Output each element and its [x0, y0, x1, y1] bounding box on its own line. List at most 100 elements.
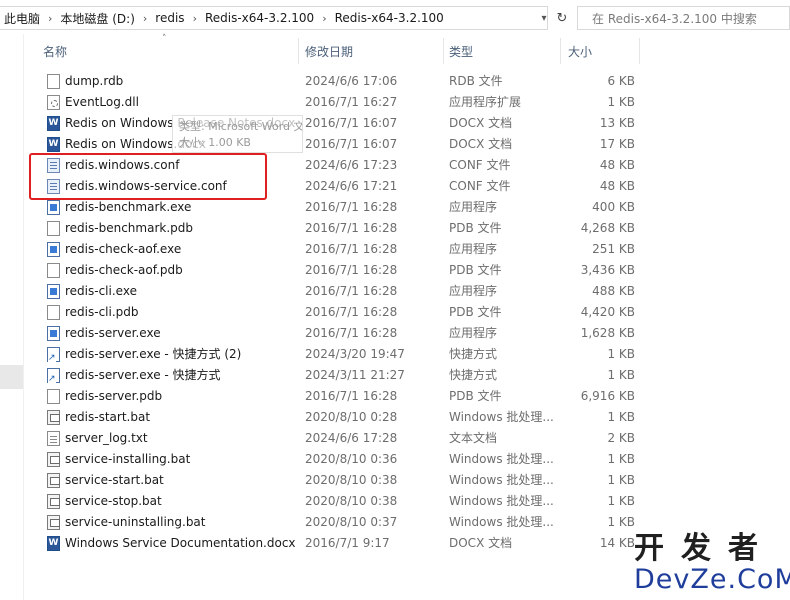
file-type: 应用程序扩展	[449, 95, 522, 109]
site-watermark: 开发者 DevZe.CoM	[634, 531, 790, 597]
exe-icon	[47, 284, 60, 299]
file-row[interactable]: service-stop.bat 2020/8/10 0:38 Windows 批处…	[42, 491, 639, 512]
breadcrumb-redis-x64-current[interactable]: Redis-x64-3.2.100	[331, 11, 448, 25]
file-row[interactable]: redis-cli.pdb 2016/7/1 16:28 PDB 文件 4,420 K…	[42, 302, 639, 323]
file-size: 3,436 KB	[580, 263, 635, 277]
file-row[interactable]: redis-server.pdb 2016/7/1 16:28 PDB 文件 6,91…	[42, 386, 639, 407]
file-row[interactable]: redis-server.exe - 快捷方式 2024/3/11 21:27 快捷…	[42, 365, 639, 386]
shortcut-icon	[47, 347, 60, 363]
file-row[interactable]: service-uninstalling.bat 2020/8/10 0:37 Wi…	[42, 512, 639, 533]
file-icon	[47, 74, 60, 89]
file-type: Windows 批处理...	[449, 494, 554, 508]
breadcrumb-separator-icon: ›	[48, 11, 53, 25]
file-row[interactable]: redis-check-aof.pdb 2016/7/1 16:28 PDB 文件 3…	[42, 260, 639, 281]
highlight-box	[29, 153, 267, 200]
file-row[interactable]: EventLog.dll 2016/7/1 16:27 应用程序扩展 1 KB	[42, 92, 639, 113]
file-date: 2024/6/6 17:21	[305, 179, 398, 193]
file-size: 1 KB	[607, 368, 635, 382]
file-name: redis-server.exe - 快捷方式 (2)	[65, 347, 242, 361]
column-divider[interactable]	[443, 38, 444, 64]
breadcrumb-separator-icon: ›	[322, 11, 327, 25]
file-name: redis-check-aof.pdb	[65, 263, 183, 277]
column-header-date[interactable]: 修改日期	[305, 40, 442, 62]
file-size: 1 KB	[607, 473, 635, 487]
column-header-size[interactable]: 大小	[568, 40, 638, 62]
address-bar[interactable]: 此电脑 › 本地磁盘 (D:) › redis › Redis-x64-3.2.…	[0, 6, 548, 30]
exe-icon	[47, 200, 60, 215]
file-type: Windows 批处理...	[449, 473, 554, 487]
file-icon	[47, 389, 60, 404]
column-divider[interactable]	[298, 38, 299, 64]
file-size: 1 KB	[607, 410, 635, 424]
column-divider[interactable]	[560, 38, 561, 64]
file-date: 2020/8/10 0:38	[305, 473, 398, 487]
file-type: 应用程序	[449, 284, 498, 298]
column-header-name[interactable]: 名称	[43, 40, 297, 62]
file-date: 2016/7/1 16:28	[305, 200, 398, 214]
file-row[interactable]: redis-cli.exe 2016/7/1 16:28 应用程序 488 KB	[42, 281, 639, 302]
batch-icon	[47, 410, 60, 425]
file-row[interactable]: redis-benchmark.exe 2016/7/1 16:28 应用程序 400…	[42, 197, 639, 218]
file-size: 48 KB	[599, 179, 635, 193]
file-row[interactable]: dump.rdb 2024/6/6 17:06 RDB 文件 6 KB	[42, 71, 639, 92]
column-divider[interactable]	[639, 38, 640, 64]
file-type: 快捷方式	[449, 347, 498, 361]
column-header-type[interactable]: 类型	[449, 40, 559, 62]
file-type: CONF 文件	[449, 179, 511, 193]
file-type: Windows 批处理...	[449, 515, 554, 529]
address-history-dropdown-icon[interactable]: ▾	[537, 6, 551, 30]
breadcrumb-this-pc[interactable]: 此电脑	[0, 10, 44, 27]
file-row[interactable]: redis-start.bat 2020/8/10 0:28 Windows 批处理…	[42, 407, 639, 428]
file-name: Windows Service Documentation.docx	[65, 536, 296, 550]
file-row[interactable]: redis-server.exe - 快捷方式 (2) 2024/3/20 19:…	[42, 344, 639, 365]
file-type: PDB 文件	[449, 263, 502, 277]
breadcrumb-redis-x64-parent[interactable]: Redis-x64-3.2.100	[201, 11, 318, 25]
file-date: 2024/3/11 21:27	[305, 368, 405, 382]
file-date: 2016/7/1 16:28	[305, 284, 398, 298]
file-row[interactable]: W Redis on Windows.docx 2016/7/1 16:07 DOCX…	[42, 134, 639, 155]
file-date: 2016/7/1 16:28	[305, 389, 398, 403]
file-size: 1,628 KB	[580, 326, 635, 340]
breadcrumb-separator-icon: ›	[192, 11, 197, 25]
file-name: redis-check-aof.exe	[65, 242, 182, 256]
search-placeholder: 在 Redis-x64-3.2.100 中搜索	[592, 11, 757, 26]
file-size: 1 KB	[607, 515, 635, 529]
file-date: 2016/7/1 16:07	[305, 116, 398, 130]
file-type: CONF 文件	[449, 158, 511, 172]
text-icon	[47, 431, 60, 446]
file-row[interactable]: redis-check-aof.exe 2016/7/1 16:28 应用程序 251…	[42, 239, 639, 260]
word-icon: W	[47, 536, 60, 551]
file-row[interactable]: server_log.txt 2024/6/6 17:28 文本文档 2 KB	[42, 428, 639, 449]
file-row[interactable]: service-installing.bat 2020/8/10 0:36 Wind…	[42, 449, 639, 470]
file-name: redis-benchmark.exe	[65, 200, 192, 214]
navigation-pane-selected-item[interactable]	[0, 365, 23, 389]
file-type: PDB 文件	[449, 221, 502, 235]
file-size: 4,420 KB	[580, 305, 635, 319]
exe-icon	[47, 326, 60, 341]
breadcrumb-drive-d[interactable]: 本地磁盘 (D:)	[56, 10, 138, 27]
navigation-pane[interactable]	[0, 34, 24, 600]
refresh-icon[interactable]: ↻	[553, 6, 571, 30]
word-icon: W	[47, 137, 60, 152]
watermark-cn: 开发者	[634, 531, 775, 566]
file-name: service-start.bat	[65, 473, 164, 487]
file-size: 1 KB	[607, 494, 635, 508]
file-type: 应用程序	[449, 326, 498, 340]
batch-icon	[47, 473, 60, 488]
file-row[interactable]: redis-server.exe 2016/7/1 16:28 应用程序 1,628 …	[42, 323, 639, 344]
file-row[interactable]: service-start.bat 2020/8/10 0:38 Windows 批…	[42, 470, 639, 491]
file-tooltip: 类型: Microsoft Word 文档 大小: 1.00 KB	[172, 115, 303, 153]
file-date: 2016/7/1 16:28	[305, 221, 398, 235]
breadcrumb-redis[interactable]: redis	[151, 11, 188, 25]
file-row[interactable]: redis-benchmark.pdb 2016/7/1 16:28 PDB 文件 4…	[42, 218, 639, 239]
file-date: 2020/8/10 0:36	[305, 452, 398, 466]
file-row[interactable]: W Windows Service Documentation.docx 2016/…	[42, 533, 639, 554]
tooltip-type: 类型: Microsoft Word 文档	[179, 120, 303, 133]
file-row[interactable]: WRedis on Windows Release Notes.docx2016…	[42, 113, 639, 134]
file-type: DOCX 文档	[449, 116, 513, 130]
search-input[interactable]: 在 Redis-x64-3.2.100 中搜索	[577, 6, 790, 30]
file-type: PDB 文件	[449, 305, 502, 319]
file-name: service-installing.bat	[65, 452, 191, 466]
file-type: Windows 批处理...	[449, 410, 554, 424]
file-type: 应用程序	[449, 242, 498, 256]
